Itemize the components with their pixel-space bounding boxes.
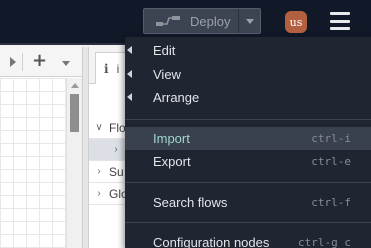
add-flow-button[interactable]: + [32,50,47,71]
deploy-icon [156,16,180,26]
menu-item-edit[interactable]: Edit [125,39,371,62]
chevron-right-icon[interactable]: › [92,188,106,199]
submenu-arrow-icon [127,46,132,54]
toolbar-divider [22,53,23,71]
menu-item-search-flows[interactable]: Search flows ctrl-f [125,191,371,214]
chevron-right-icon[interactable]: › [92,166,106,177]
submenu-arrow-icon [127,93,132,101]
menu-item-label: Edit [153,43,176,58]
workspace: + [0,47,82,248]
chevron-right-icon[interactable]: › [109,144,123,155]
scroll-up-icon[interactable] [71,83,79,88]
menu-item-export[interactable]: Export ctrl-e [125,150,371,173]
deploy-main-button[interactable]: Deploy [144,9,238,33]
chevron-down-icon [245,18,254,24]
sidebar-splitter[interactable] [82,47,89,248]
menu-item-import[interactable]: Import ctrl-i [125,127,371,150]
deploy-options-button[interactable] [239,9,260,33]
menu-item-shortcut: ctrl-e [311,155,351,168]
menu-item-configuration-nodes[interactable]: Configuration nodes ctrl-g c [125,231,371,248]
tree-item-label: Su [109,164,124,179]
user-avatar[interactable]: us [285,11,307,33]
menu-divider [125,222,371,223]
menu-item-label: View [153,67,181,82]
info-icon: i [104,61,109,76]
menu-divider [125,182,371,183]
scrollbar-thumb[interactable] [70,94,79,132]
menu-item-label: Arrange [153,90,200,105]
menu-item-label: Import [153,131,190,146]
flow-list-dropdown-icon[interactable] [62,61,70,66]
main-menu: Edit View Arrange Import ctrl-i Export c… [125,37,371,248]
menu-item-view[interactable]: View [125,63,371,86]
hamburger-menu-icon[interactable] [330,12,350,30]
menu-divider [125,119,371,120]
tree-item-label: Flo [109,120,126,135]
chevron-down-icon[interactable]: ∨ [92,122,106,133]
canvas-scrollbar[interactable] [66,78,82,248]
workspace-tabs-bar: + [0,47,82,77]
menu-item-arrange[interactable]: Arrange [125,86,371,109]
tab-info-label: i [116,61,120,76]
deploy-label: Deploy [190,13,231,29]
menu-item-label: Configuration nodes [153,235,270,248]
menu-item-shortcut: ctrl-g c [298,236,351,248]
menu-item-shortcut: ctrl-i [311,132,351,145]
flow-canvas[interactable] [0,78,66,248]
scroll-tabs-left-icon[interactable] [10,57,16,67]
deploy-button[interactable]: Deploy [143,8,261,34]
submenu-arrow-icon [127,70,132,78]
menu-item-shortcut: ctrl-f [311,196,351,209]
menu-item-label: Search flows [153,195,228,210]
menu-item-label: Export [153,154,191,169]
